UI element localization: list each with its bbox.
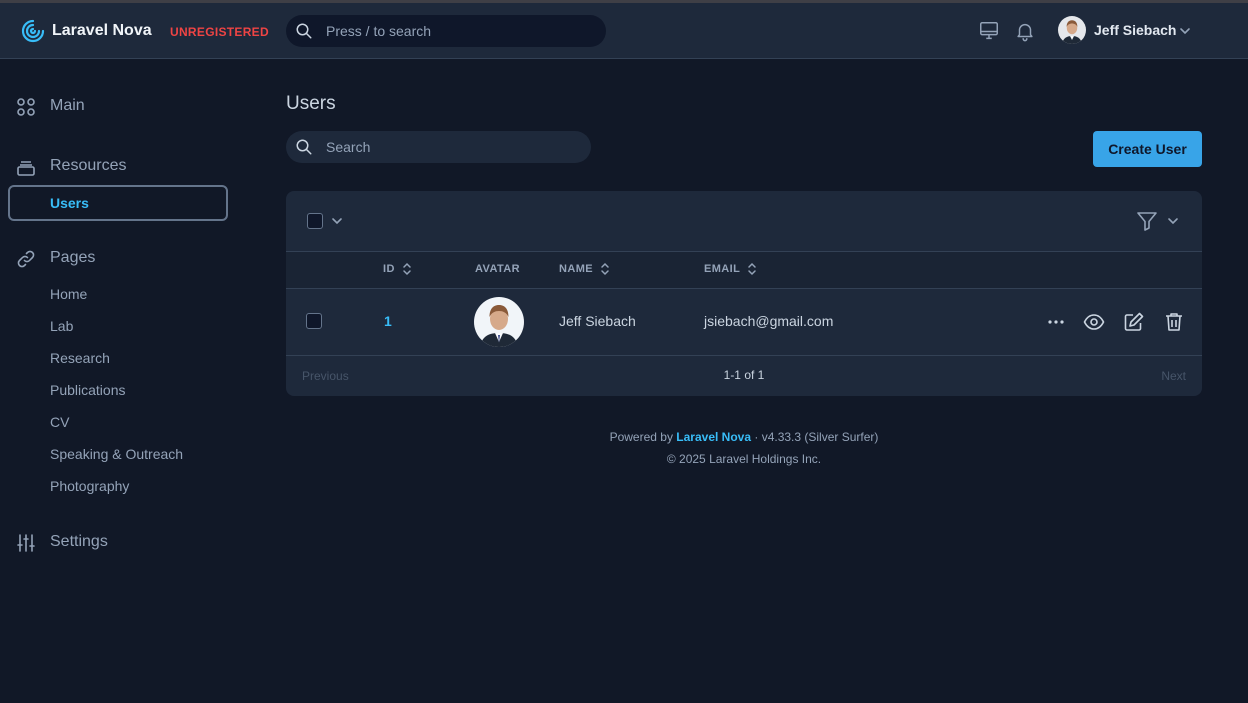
sort-icon[interactable] [402, 261, 412, 277]
top-header: Laravel Nova UNREGISTERED Press / to sea… [0, 3, 1248, 59]
license-badge: UNREGISTERED [170, 25, 269, 39]
row-name: Jeff Siebach [559, 313, 636, 329]
sidebar-item-pages[interactable]: Pages [16, 247, 236, 271]
sliders-icon [17, 534, 35, 552]
pagination-info: 1-1 of 1 [723, 368, 765, 382]
divider [286, 251, 1202, 252]
pagination-next[interactable]: Next [1161, 369, 1186, 383]
sidebar-resources-label: Resources [50, 157, 127, 174]
column-header-avatar: AVATAR [475, 263, 520, 275]
trash-icon[interactable] [1163, 311, 1185, 333]
sidebar-item-research[interactable]: Research [50, 350, 110, 366]
sidebar: Main Resources Users Pages Home Lab Rese… [0, 60, 240, 703]
row-email: jsiebach@gmail.com [704, 313, 834, 329]
sidebar-item-main[interactable]: Main [16, 95, 236, 119]
archive-icon [17, 161, 35, 176]
users-table-card: ID AVATAR NAME EMAIL 1 Jeff Siebach jsie… [286, 191, 1202, 396]
column-header-name[interactable]: NAME [559, 263, 593, 275]
user-name: Jeff Siebach [1094, 22, 1177, 38]
column-header-id[interactable]: ID [383, 263, 395, 275]
sidebar-item-lab[interactable]: Lab [50, 318, 73, 334]
sidebar-main-label: Main [50, 97, 85, 114]
global-search-placeholder: Press / to search [326, 23, 432, 39]
global-search-input[interactable]: Press / to search [286, 15, 606, 47]
table-header [286, 251, 1202, 288]
resource-search-placeholder: Search [326, 139, 371, 155]
sidebar-users-label: Users [50, 195, 89, 211]
grid-icon [17, 98, 35, 116]
search-icon [296, 139, 312, 155]
create-user-button[interactable]: Create User [1093, 131, 1202, 167]
nova-logo-icon[interactable] [21, 19, 45, 43]
search-icon [296, 23, 312, 39]
sidebar-item-users[interactable]: Users [8, 185, 228, 221]
filter-icon[interactable] [1136, 210, 1158, 232]
sort-icon[interactable] [600, 261, 610, 277]
select-all-checkbox[interactable] [307, 213, 323, 229]
footer-copyright: © 2025 Laravel Holdings Inc. [666, 452, 822, 466]
link-icon [17, 250, 35, 268]
sidebar-item-settings[interactable]: Settings [16, 531, 236, 555]
monitor-icon[interactable] [978, 20, 1000, 42]
row-checkbox[interactable] [306, 313, 322, 329]
chevron-down-icon [1180, 28, 1190, 35]
sidebar-item-photography[interactable]: Photography [50, 478, 129, 494]
user-menu[interactable]: Jeff Siebach [1058, 16, 1208, 46]
sidebar-item-cv[interactable]: CV [50, 414, 69, 430]
page-title: Users [286, 93, 336, 114]
eye-icon[interactable] [1083, 311, 1105, 333]
app-name[interactable]: Laravel Nova [52, 22, 152, 40]
row-id-link[interactable]: 1 [384, 313, 392, 329]
footer-powered-prefix: Powered by [609, 430, 673, 444]
table-row: 1 Jeff Siebach jsiebach@gmail.com [286, 289, 1202, 355]
sidebar-item-home[interactable]: Home [50, 286, 87, 302]
footer-version: · v4.33.3 (Silver Surfer) [754, 430, 879, 444]
sidebar-pages-label: Pages [50, 249, 96, 266]
divider [286, 355, 1202, 356]
sort-icon[interactable] [747, 261, 757, 277]
user-avatar [1058, 16, 1086, 44]
chevron-down-icon[interactable] [1167, 215, 1179, 227]
footer-brand-link[interactable]: Laravel Nova [676, 430, 751, 444]
bell-icon[interactable] [1014, 20, 1036, 42]
footer-powered-by: Powered by Laravel Nova · v4.33.3 (Silve… [286, 430, 1202, 444]
row-avatar [474, 297, 524, 347]
resource-search-input[interactable]: Search [286, 131, 591, 163]
chevron-down-icon[interactable] [331, 215, 343, 227]
sidebar-item-publications[interactable]: Publications [50, 382, 126, 398]
column-header-email[interactable]: EMAIL [704, 263, 740, 275]
edit-icon[interactable] [1123, 311, 1145, 333]
more-icon[interactable] [1045, 311, 1067, 333]
sidebar-settings-label: Settings [50, 533, 108, 550]
sidebar-item-speaking-outreach[interactable]: Speaking & Outreach [50, 446, 183, 462]
sidebar-item-resources[interactable]: Resources [16, 155, 236, 179]
